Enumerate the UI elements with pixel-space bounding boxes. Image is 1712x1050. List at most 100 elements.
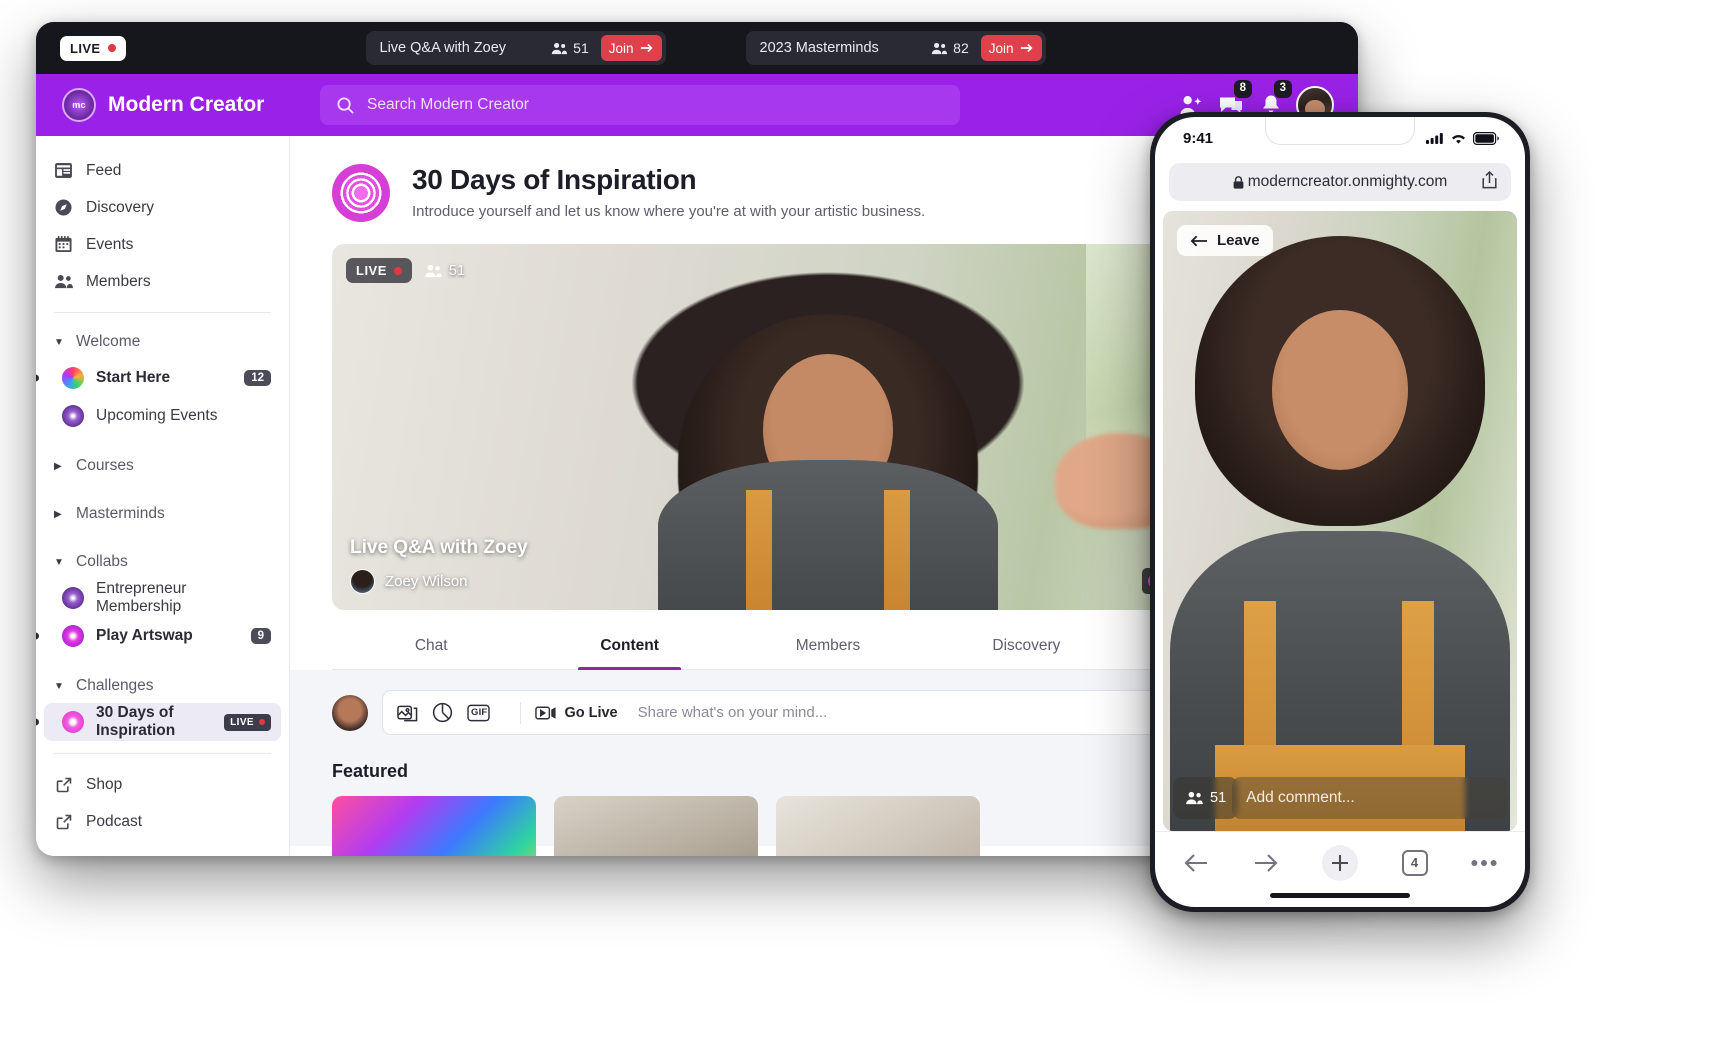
more-menu-button[interactable] — [1471, 859, 1497, 867]
ticker-viewer-count: 82 — [931, 40, 969, 56]
sidebar-item-shop[interactable]: Shop — [36, 766, 289, 803]
sidebar-group-label: Collabs — [76, 553, 128, 571]
go-live-button[interactable]: Go Live — [535, 705, 617, 721]
join-label: Join — [609, 41, 634, 56]
featured-card[interactable] — [776, 796, 980, 856]
phone-notch — [1265, 117, 1415, 145]
search-icon — [336, 96, 355, 115]
brand[interactable]: mc Modern Creator — [52, 88, 306, 122]
sidebar-item-label: Podcast — [86, 813, 142, 831]
chevron-down-icon: ▼ — [54, 337, 64, 348]
image-icon[interactable] — [397, 703, 418, 723]
sidebar-group-masterminds[interactable]: ▶ Masterminds — [36, 497, 289, 531]
sidebar-divider — [54, 312, 271, 313]
sidebar-item-label: Upcoming Events — [96, 407, 217, 425]
sidebar-item-discovery[interactable]: Discovery — [36, 189, 289, 226]
back-button[interactable] — [1183, 853, 1209, 873]
arrow-right-icon — [640, 42, 654, 54]
video-title: Live Q&A with Zoey — [350, 537, 528, 559]
tab-content[interactable]: Content — [530, 624, 728, 669]
ticker-card-live-qa[interactable]: Live Q&A with Zoey 51 Join — [366, 31, 666, 65]
group-avatar-icon — [62, 587, 84, 609]
sidebar-item-upcoming-events[interactable]: Upcoming Events — [44, 397, 281, 435]
video-bottom-overlay: Live Q&A with Zoey Zoey Wilson — [350, 537, 528, 594]
sidebar-item-podcast[interactable]: Podcast — [36, 803, 289, 840]
unread-count-badge: 12 — [244, 370, 271, 386]
chevron-right-icon: ▶ — [54, 509, 64, 520]
share-icon[interactable] — [1482, 171, 1497, 194]
live-dot-icon — [394, 267, 402, 275]
lock-icon — [1233, 176, 1244, 189]
comment-placeholder: Add comment... — [1246, 789, 1355, 807]
sidebar-group-label: Challenges — [76, 677, 154, 695]
phone-live-video[interactable]: Leave 51 Add comment... — [1163, 211, 1517, 831]
sidebar-item-30-days-of-inspiration[interactable]: 30 Days of Inspiration LIVE — [44, 703, 281, 741]
live-label: LIVE — [70, 41, 101, 56]
ticker-card-masterminds[interactable]: 2023 Masterminds 82 Join — [746, 31, 1046, 65]
sidebar-divider — [54, 753, 271, 754]
ticker-count-value: 51 — [573, 40, 589, 56]
sidebar-group-courses[interactable]: ▶ Courses — [36, 449, 289, 483]
members-icon — [931, 42, 947, 55]
arrow-left-icon — [1190, 234, 1208, 248]
live-badge: LIVE — [224, 714, 271, 731]
members-icon — [551, 42, 567, 55]
unread-marker-dot — [36, 375, 39, 382]
sidebar-item-label: Entrepreneur Membership — [96, 580, 271, 616]
video-top-overlay: LIVE 51 — [346, 258, 465, 283]
live-ticker-bar: LIVE Live Q&A with Zoey 51 Join 2023 Mas… — [36, 22, 1358, 74]
cellular-signal-icon — [1426, 132, 1444, 144]
address-bar-text: moderncreator.onmighty.com — [1233, 173, 1448, 191]
sidebar-group-welcome[interactable]: ▼ Welcome — [36, 325, 289, 359]
phone-video-background — [1163, 211, 1517, 831]
sidebar-group-challenges[interactable]: ▼ Challenges — [36, 669, 289, 703]
video-camera-icon — [535, 705, 557, 721]
sidebar-item-label: Members — [86, 273, 151, 291]
join-button[interactable]: Join — [981, 35, 1042, 61]
leave-button[interactable]: Leave — [1177, 225, 1273, 256]
sidebar-item-entrepreneur-membership[interactable]: Entrepreneur Membership — [44, 579, 281, 617]
compass-icon — [54, 199, 73, 216]
address-bar[interactable]: moderncreator.onmighty.com — [1169, 163, 1511, 201]
sidebar-item-events[interactable]: Events — [36, 226, 289, 263]
phone-screen: 9:41 moderncreator.onmighty.com — [1155, 117, 1525, 907]
live-status-pill: LIVE — [60, 36, 126, 61]
phone-viewer-count-value: 51 — [1210, 790, 1226, 806]
join-button[interactable]: Join — [601, 35, 662, 61]
ticker-title: 2023 Masterminds — [760, 40, 879, 56]
live-dot-icon — [108, 44, 116, 52]
sidebar-item-members[interactable]: Members — [36, 263, 289, 300]
sidebar-group-collabs[interactable]: ▼ Collabs — [36, 545, 289, 579]
video-author: Zoey Wilson — [350, 569, 528, 594]
tab-chat[interactable]: Chat — [332, 624, 530, 669]
search-input[interactable]: Search Modern Creator — [320, 85, 960, 125]
members-icon — [1185, 791, 1203, 805]
comment-input[interactable]: Add comment... — [1232, 777, 1507, 819]
brand-logo-icon: mc — [62, 88, 96, 122]
notifications-badge: 3 — [1274, 80, 1292, 98]
tabs-button[interactable]: 4 — [1402, 850, 1428, 876]
sidebar-item-feed[interactable]: Feed — [36, 152, 289, 189]
poll-icon[interactable] — [432, 702, 453, 723]
avatar[interactable] — [332, 695, 368, 731]
live-badge-label: LIVE — [230, 717, 254, 728]
sidebar-item-play-artswap[interactable]: Play Artswap 9 — [44, 617, 281, 655]
gif-icon[interactable]: GIF — [467, 703, 506, 723]
feed-icon — [54, 163, 73, 178]
sidebar-item-label: Start Here — [96, 369, 170, 387]
featured-card[interactable] — [332, 796, 536, 856]
new-tab-button[interactable] — [1322, 845, 1358, 881]
page-title: 30 Days of Inspiration — [412, 164, 925, 196]
forward-button[interactable] — [1253, 853, 1279, 873]
group-avatar-icon — [62, 711, 84, 733]
members-icon — [54, 274, 73, 289]
phone-viewer-count: 51 — [1173, 777, 1238, 819]
gif-label: GIF — [471, 707, 487, 718]
sidebar-item-start-here[interactable]: Start Here 12 — [44, 359, 281, 397]
tab-discovery[interactable]: Discovery — [927, 624, 1125, 669]
chevron-right-icon: ▶ — [54, 461, 64, 472]
featured-card[interactable] — [554, 796, 758, 856]
external-link-icon — [54, 777, 73, 793]
tab-members[interactable]: Members — [729, 624, 927, 669]
phone-browser-toolbar: 4 — [1155, 831, 1525, 893]
